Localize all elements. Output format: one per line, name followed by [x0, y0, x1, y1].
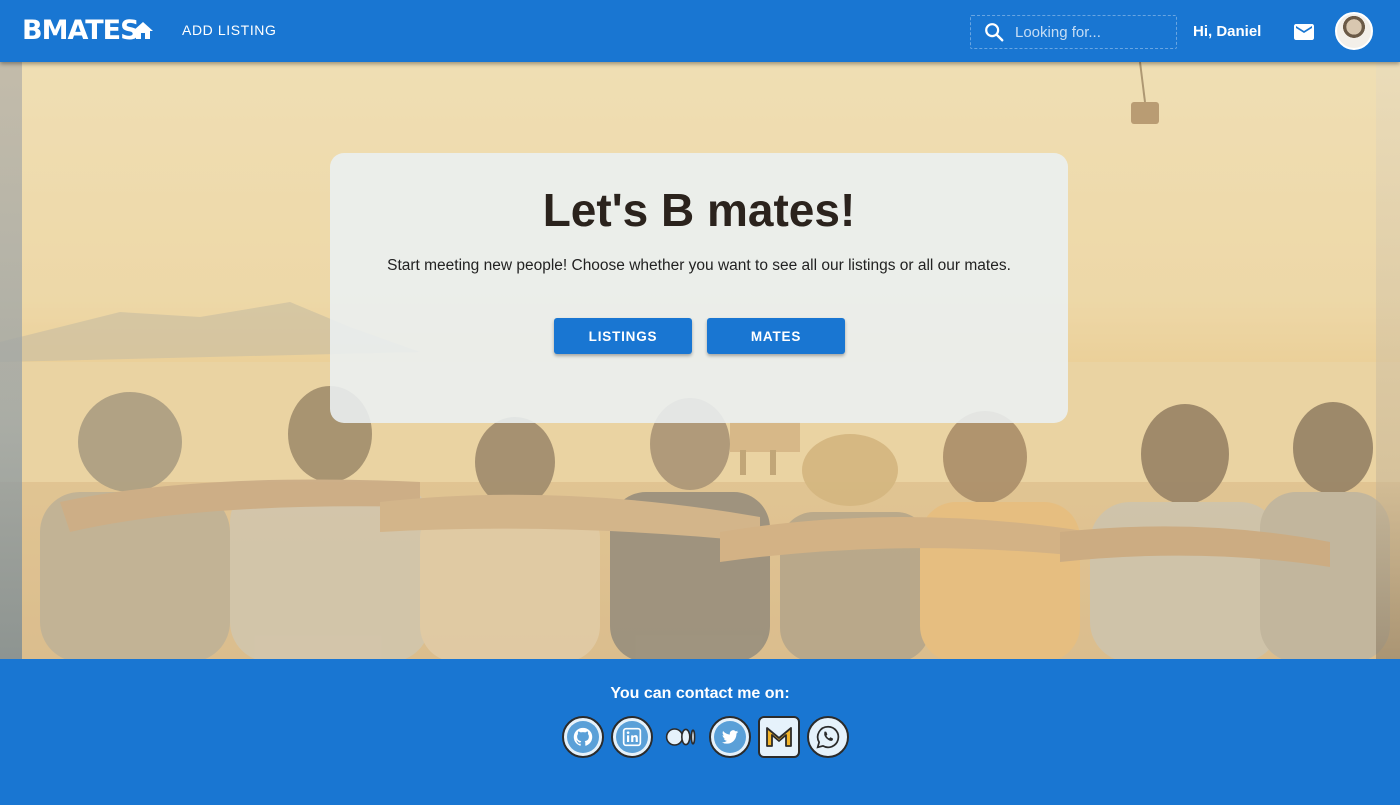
- app-logo[interactable]: BMATES: [22, 14, 140, 48]
- github-icon: [573, 727, 593, 746]
- welcome-card: Let's B mates! Start meeting new people!…: [330, 153, 1068, 423]
- user-greeting: Hi, Daniel: [1193, 23, 1262, 40]
- twitter-icon: [721, 730, 739, 744]
- listings-button[interactable]: LISTINGS: [554, 318, 692, 354]
- medium-icon: [665, 728, 696, 746]
- hero-left-edge: [0, 62, 22, 659]
- whatsapp-icon: [816, 725, 840, 749]
- search-bar[interactable]: [970, 15, 1177, 49]
- medium-link[interactable]: [660, 716, 702, 758]
- home-button[interactable]: [131, 19, 155, 43]
- search-icon: [985, 23, 1004, 42]
- twitter-link[interactable]: [709, 716, 751, 758]
- whatsapp-link[interactable]: [807, 716, 849, 758]
- footer: You can contact me on:: [0, 659, 1400, 805]
- mates-button[interactable]: MATES: [707, 318, 845, 354]
- linkedin-icon: [622, 727, 642, 747]
- linkedin-link[interactable]: [611, 716, 653, 758]
- home-icon: [133, 22, 153, 39]
- contact-heading: You can contact me on:: [610, 685, 790, 702]
- social-links: [562, 716, 849, 758]
- hero-title: Let's B mates!: [542, 184, 856, 236]
- gmail-icon: [766, 727, 792, 747]
- hero-right-edge: [1376, 62, 1400, 659]
- top-app-bar: BMATES ADD LISTING Hi, Daniel: [0, 0, 1400, 62]
- user-avatar[interactable]: [1335, 12, 1373, 50]
- hero-banner: Let's B mates! Start meeting new people!…: [0, 62, 1400, 659]
- hero-subtitle: Start meeting new people! Choose whether…: [387, 257, 1011, 274]
- mail-icon: [1294, 24, 1314, 40]
- gmail-link[interactable]: [758, 716, 800, 758]
- github-link[interactable]: [562, 716, 604, 758]
- messages-button[interactable]: [1292, 20, 1316, 44]
- search-input[interactable]: [1013, 22, 1167, 42]
- add-listing-link[interactable]: ADD LISTING: [182, 22, 277, 38]
